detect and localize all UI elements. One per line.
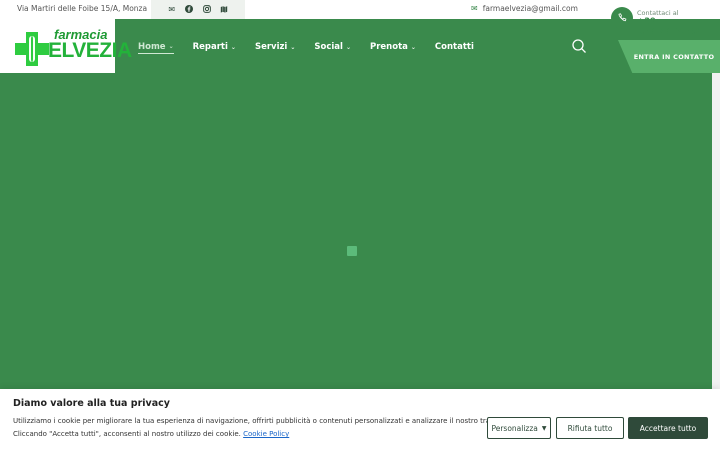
nav-item-servizi[interactable]: Servizi ⌄ bbox=[255, 40, 295, 54]
caret-down-icon: ▼ bbox=[541, 424, 547, 432]
nav-item-prenota[interactable]: Prenota ⌄ bbox=[370, 40, 416, 54]
cookie-title: Diamo valore alla tua privacy bbox=[13, 398, 170, 409]
cookie-banner: Diamo valore alla tua privacy Utilizziam… bbox=[0, 389, 720, 450]
chevron-down-icon: ⌄ bbox=[290, 43, 296, 51]
pharmacy-cross-icon bbox=[15, 32, 49, 66]
reject-all-button[interactable]: Rifiuta tutto bbox=[556, 417, 624, 439]
loading-indicator bbox=[347, 246, 357, 256]
nav-item-home[interactable]: Home ⌄ bbox=[138, 40, 174, 54]
map-icon[interactable] bbox=[219, 5, 229, 15]
nav-item-contatti[interactable]: Contatti bbox=[435, 40, 474, 54]
nav-item-reparti[interactable]: Reparti ⌄ bbox=[193, 40, 236, 54]
chevron-down-icon: ⌄ bbox=[345, 43, 351, 51]
logo-word-elvezia: ELVEZIA bbox=[48, 39, 132, 62]
chevron-down-icon: ⌄ bbox=[230, 43, 236, 51]
contact-cta-button[interactable]: ENTRA IN CONTATTO bbox=[618, 40, 720, 73]
phone-icon[interactable] bbox=[611, 7, 633, 29]
nav-item-social[interactable]: Social ⌄ bbox=[314, 40, 351, 54]
contact-phone-number[interactable]: +39 039.2917083 bbox=[637, 17, 720, 37]
social-links: ✉ bbox=[151, 0, 245, 19]
cookie-policy-link[interactable]: Cookie Policy bbox=[243, 430, 289, 438]
envelope-icon[interactable]: ✉ bbox=[167, 5, 177, 14]
mail-icon: ✉ bbox=[471, 4, 478, 13]
chevron-down-icon: ⌄ bbox=[410, 43, 416, 51]
email-link[interactable]: ✉ farmaelvezia@gmail.com bbox=[471, 4, 578, 13]
store-address: Via Martiri delle Foibe 15/A, Monza bbox=[17, 4, 148, 13]
contact-label: Contattaci al bbox=[637, 9, 679, 17]
facebook-icon[interactable] bbox=[184, 4, 194, 15]
main-nav: Home ⌄ Reparti ⌄ Servizi ⌄ Social ⌄ Prenota ⌄… bbox=[138, 40, 493, 54]
accept-all-button[interactable]: Accettare tutto bbox=[628, 417, 708, 439]
search-icon[interactable] bbox=[571, 38, 587, 54]
instagram-icon[interactable] bbox=[202, 4, 212, 15]
cookie-text: Utilizziamo i cookie per migliorare la t… bbox=[13, 417, 508, 425]
customize-button[interactable]: Personalizza ▼ bbox=[487, 417, 551, 439]
chevron-down-icon: ⌄ bbox=[168, 43, 174, 50]
email-text: farmaelvezia@gmail.com bbox=[482, 4, 578, 13]
site-logo[interactable]: farmacia ELVEZIA bbox=[0, 19, 132, 73]
cookie-text-consent: Cliccando "Accetta tutti", acconsenti al… bbox=[13, 430, 290, 438]
hero-section bbox=[115, 19, 720, 450]
